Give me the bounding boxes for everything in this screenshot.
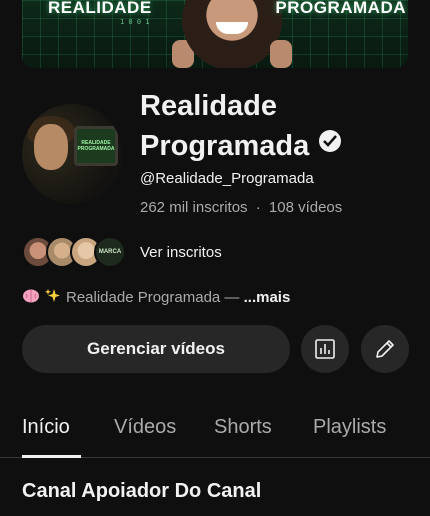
channel-avatar[interactable]: REALIDADE PROGRAMADA xyxy=(22,104,122,204)
channel-name-line1: Realidade xyxy=(140,90,277,122)
banner-binary-text: 1 0 0 1 xyxy=(120,18,150,26)
analytics-icon xyxy=(315,339,335,359)
channel-stats: 262 mil inscritos · 108 vídeos xyxy=(140,199,342,216)
avatar-face xyxy=(34,124,68,170)
subscriber-count: 262 mil inscritos xyxy=(140,199,248,216)
channel-tabs: Início Vídeos Shorts Playlists xyxy=(0,400,430,458)
subscriber-avatar: MARCA xyxy=(94,236,126,268)
banner-text-right: PROGRAMADA xyxy=(275,0,406,17)
view-subscribers-link[interactable]: Ver inscritos xyxy=(140,244,222,261)
pencil-icon xyxy=(376,340,394,358)
sparkles-icon xyxy=(45,289,60,302)
tab-inicio[interactable]: Início xyxy=(22,416,70,439)
avatar-monitor-text: REALIDADE PROGRAMADA xyxy=(77,140,115,152)
subscriber-avatar-text: MARCA xyxy=(98,249,122,255)
section-title: Canal Apoiador Do Canal xyxy=(22,480,262,502)
brain-icon xyxy=(23,289,39,303)
channel-description[interactable]: Realidade Programada — ...mais xyxy=(22,288,290,306)
banner-text-left: REALIDADE xyxy=(48,0,152,17)
banner-hand-right xyxy=(270,40,292,68)
tab-videos[interactable]: Vídeos xyxy=(114,416,176,439)
analytics-button[interactable] xyxy=(301,325,349,373)
tab-shorts[interactable]: Shorts xyxy=(214,416,272,439)
description-more-link[interactable]: ...mais xyxy=(244,289,291,306)
channel-handle: @Realidade_Programada xyxy=(140,170,314,187)
channel-name-line2: Programada xyxy=(140,130,310,162)
verified-check-icon xyxy=(319,130,342,152)
stats-separator: · xyxy=(255,199,261,216)
active-tab-indicator xyxy=(22,455,81,458)
tab-playlists[interactable]: Playlists xyxy=(313,416,386,439)
subscriber-avatars[interactable]: MARCA xyxy=(22,236,126,268)
avatar-monitor: REALIDADE PROGRAMADA xyxy=(74,126,118,166)
video-count: 108 vídeos xyxy=(268,199,343,216)
manage-videos-button[interactable]: Gerenciar vídeos xyxy=(22,325,290,373)
channel-banner: REALIDADE 1 0 0 1 PROGRAMADA xyxy=(22,0,408,68)
edit-channel-button[interactable] xyxy=(361,325,409,373)
description-text: Realidade Programada — xyxy=(66,289,244,306)
channel-name: Realidade Programada xyxy=(140,86,400,166)
